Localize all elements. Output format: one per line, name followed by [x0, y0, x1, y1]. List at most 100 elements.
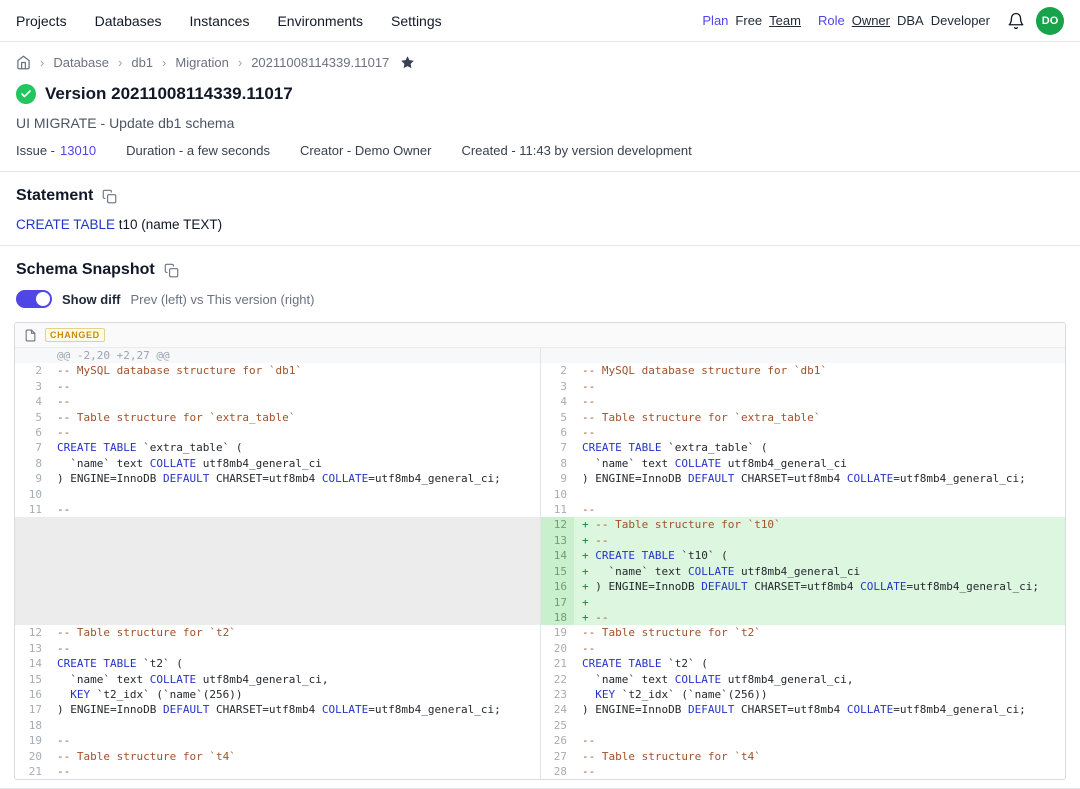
diff-line-number-right: 9 — [540, 471, 574, 486]
diff-toggle-row: Show diff Prev (left) vs This version (r… — [0, 279, 1080, 320]
diff-line-code-right: -- Table structure for `t4` — [574, 749, 1065, 764]
star-icon[interactable] — [400, 55, 415, 70]
diff-line-number-left: 4 — [15, 394, 49, 409]
diff-line-code-left — [49, 533, 540, 548]
diff-line-number-right: 17 — [540, 595, 574, 610]
issue-link[interactable]: 13010 — [60, 143, 96, 158]
diff-line-code-right: -- — [574, 425, 1065, 440]
diff-line-code-left: -- — [49, 733, 540, 748]
diff-grid[interactable]: @@ -2,20 +2,27 @@2-- MySQL database stru… — [15, 348, 1065, 779]
role-owner-link[interactable]: Owner — [852, 13, 890, 28]
diff-line-number-right: 26 — [540, 733, 574, 748]
diff-line-number-left: 17 — [15, 702, 49, 717]
diff-line-code-right: `name` text COLLATE utf8mb4_general_ci, — [574, 672, 1065, 687]
chevron-right-icon: › — [238, 55, 242, 70]
nav-item-instances[interactable]: Instances — [190, 13, 250, 29]
page-title: Version 20211008114339.11017 — [45, 84, 293, 104]
meta-issue: Issue - 13010 — [16, 143, 96, 158]
plan-team-link[interactable]: Team — [769, 13, 801, 28]
diff-line-code-left: -- MySQL database structure for `db1` — [49, 363, 540, 378]
diff-line-code-left — [49, 610, 540, 625]
breadcrumb-item[interactable]: db1 — [131, 55, 153, 70]
avatar[interactable]: DO — [1036, 7, 1064, 35]
diff-line-code-left: -- — [49, 641, 540, 656]
diff-line-number-right: 3 — [540, 379, 574, 394]
diff-line-number-left: 11 — [15, 502, 49, 517]
diff-line-code-right: -- Table structure for `t2` — [574, 625, 1065, 640]
diff-line-number-right: 5 — [540, 410, 574, 425]
diff-hunk-header: @@ -2,20 +2,27 @@ — [49, 348, 540, 363]
nav-item-projects[interactable]: Projects — [16, 13, 67, 29]
diff-line-number-left: 7 — [15, 440, 49, 455]
diff-line-number-right: 13 — [540, 533, 574, 548]
snapshot-section-header: Schema Snapshot — [0, 246, 1080, 279]
diff-line-code-left: -- — [49, 764, 540, 779]
diff-line-number-left: 6 — [15, 425, 49, 440]
notifications-bell-icon[interactable] — [1007, 12, 1025, 30]
meta-creator: Creator - Demo Owner — [300, 143, 431, 158]
diff-line-number-left: 15 — [15, 672, 49, 687]
statement-sql: CREATE TABLE t10 (name TEXT) — [0, 205, 1080, 245]
file-icon — [24, 329, 37, 342]
diff-line-code-right: CREATE TABLE `t2` ( — [574, 656, 1065, 671]
chevron-right-icon: › — [118, 55, 122, 70]
diff-line-number-left: 5 — [15, 410, 49, 425]
diff-hunk-gutter — [15, 348, 49, 363]
diff-line-code-right: + -- — [574, 610, 1065, 625]
role-developer[interactable]: Developer — [931, 13, 990, 28]
diff-line-code-right: + — [574, 595, 1065, 610]
show-diff-toggle[interactable] — [16, 290, 52, 308]
breadcrumb-item[interactable]: Migration — [175, 55, 228, 70]
diff-line-code-left: `name` text COLLATE utf8mb4_general_ci, — [49, 672, 540, 687]
diff-line-code-left: -- Table structure for `extra_table` — [49, 410, 540, 425]
diff-line-code-right: -- MySQL database structure for `db1` — [574, 363, 1065, 378]
diff-line-number-right: 28 — [540, 764, 574, 779]
diff-line-number-right: 24 — [540, 702, 574, 717]
diff-line-code-right: `name` text COLLATE utf8mb4_general_ci — [574, 456, 1065, 471]
diff-hunk-header — [574, 348, 1065, 363]
copy-statement-icon[interactable] — [102, 189, 117, 204]
topnav-right: Plan Free Team Role Owner DBA Developer … — [702, 7, 1064, 35]
role-dba[interactable]: DBA — [897, 13, 924, 28]
diff-line-number-left — [15, 517, 49, 532]
diff-line-code-left: ) ENGINE=InnoDB DEFAULT CHARSET=utf8mb4 … — [49, 471, 540, 486]
diff-line-number-left — [15, 595, 49, 610]
sql-rest: t10 (name TEXT) — [115, 217, 222, 232]
plan-free: Free — [735, 13, 762, 28]
diff-line-code-left: ) ENGINE=InnoDB DEFAULT CHARSET=utf8mb4 … — [49, 702, 540, 717]
breadcrumb-item[interactable]: Database — [53, 55, 109, 70]
meta-created: Created - 11:43 by version development — [461, 143, 691, 158]
diff-line-number-left: 20 — [15, 749, 49, 764]
version-meta: Issue - 13010 Duration - a few seconds C… — [0, 131, 1080, 171]
diff-line-code-right: -- — [574, 733, 1065, 748]
breadcrumb-item[interactable]: 20211008114339.11017 — [251, 55, 389, 70]
diff-line-code-left: -- — [49, 379, 540, 394]
diff-line-code-right: KEY `t2_idx` (`name`(256)) — [574, 687, 1065, 702]
nav-item-environments[interactable]: Environments — [277, 13, 363, 29]
diff-line-code-right: -- — [574, 641, 1065, 656]
role-label: Role — [818, 13, 845, 28]
home-icon[interactable] — [16, 55, 31, 70]
diff-line-number-right: 19 — [540, 625, 574, 640]
version-header: Version 20211008114339.11017 — [0, 72, 1080, 104]
diff-line-number-left: 16 — [15, 687, 49, 702]
diff-line-number-right: 4 — [540, 394, 574, 409]
nav-item-settings[interactable]: Settings — [391, 13, 442, 29]
diff-line-code-left — [49, 487, 540, 502]
chevron-right-icon: › — [40, 55, 44, 70]
diff-line-number-left: 3 — [15, 379, 49, 394]
copy-snapshot-icon[interactable] — [164, 263, 179, 278]
nav-items: Projects Databases Instances Environments Se… — [16, 13, 442, 29]
changed-badge: CHANGED — [45, 328, 105, 342]
diff-line-code-left: -- Table structure for `t4` — [49, 749, 540, 764]
diff-line-number-right: 2 — [540, 363, 574, 378]
nav-item-databases[interactable]: Databases — [95, 13, 162, 29]
diff-line-code-right: + -- Table structure for `t10` — [574, 517, 1065, 532]
success-check-icon — [16, 84, 36, 104]
diff-line-code-left: -- — [49, 425, 540, 440]
diff-line-code-left — [49, 517, 540, 532]
diff-line-number-right: 6 — [540, 425, 574, 440]
diff-line-number-right: 8 — [540, 456, 574, 471]
diff-line-code-left — [49, 564, 540, 579]
breadcrumb-items: ›Database›db1›Migration›20211008114339.1… — [40, 55, 389, 70]
